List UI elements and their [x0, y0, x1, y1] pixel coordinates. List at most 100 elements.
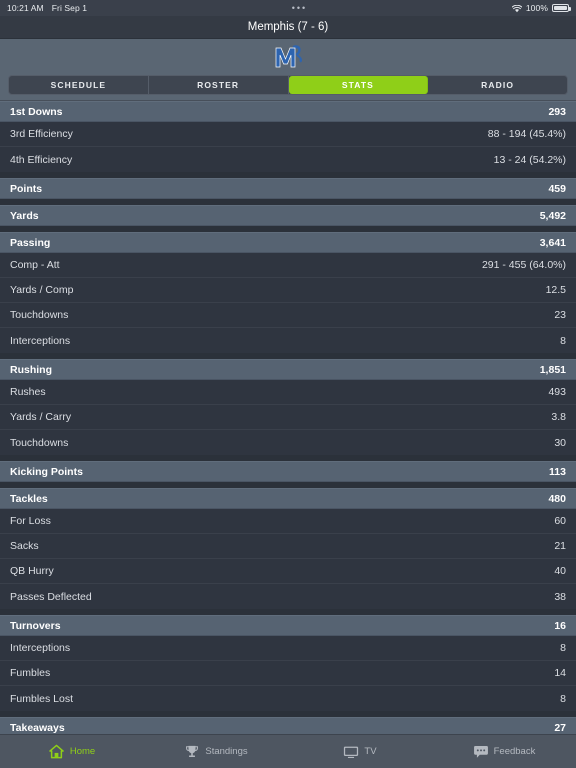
stats-section: Yards 5,492 [0, 205, 576, 226]
stats-section-label: Passing [10, 236, 51, 249]
stats-section-header[interactable]: Yards 5,492 [0, 205, 576, 226]
stats-row[interactable]: Passes Deflected 38 [0, 584, 576, 609]
stats-section-label: Yards [10, 209, 39, 222]
stats-row[interactable]: Sacks 21 [0, 534, 576, 559]
stats-section-value: 27 [554, 721, 566, 734]
stats-section: Tackles 480 For Loss 60 Sacks 21 QB Hurry 40 Pas… [0, 488, 576, 609]
stats-row[interactable]: Rushes 493 [0, 380, 576, 405]
stats-row-label: Sacks [10, 540, 39, 552]
stats-row-value: 13 - 24 (54.2%) [493, 153, 566, 166]
tab-feedback[interactable]: Feedback [432, 744, 576, 760]
stats-row-label: Fumbles Lost [10, 692, 74, 705]
stats-row-value: 8 [560, 334, 566, 347]
stats-row[interactable]: Fumbles 14 [0, 661, 576, 686]
stats-section-value: 480 [548, 492, 566, 505]
tab-home-label: Home [69, 746, 96, 757]
stats-row-label: Rushes [10, 386, 46, 398]
stats-row-label: QB Hurry [10, 565, 54, 577]
stats-row-label: Passes Deflected [10, 590, 92, 603]
stats-section: Kicking Points 113 [0, 461, 576, 482]
tab-standings[interactable]: Standings [144, 744, 288, 760]
feedback-bubble-icon [473, 744, 489, 760]
stats-section-label: Tackles [10, 492, 48, 505]
stats-row[interactable]: Interceptions 8 [0, 636, 576, 661]
stats-row-value: 291 - 455 (64.0%) [481, 259, 566, 271]
stats-section-value: 459 [548, 182, 566, 195]
tab-home[interactable]: Home [0, 744, 144, 760]
tab-radio[interactable]: RADIO [428, 76, 567, 94]
title-bar: Memphis (7 - 6) [0, 16, 576, 39]
tab-roster[interactable]: ROSTER [149, 76, 289, 94]
stats-section-header[interactable]: Tackles 480 [0, 488, 576, 509]
stats-row-value: 8 [560, 692, 566, 705]
stats-row-value: 3.8 [551, 411, 566, 423]
stats-section-label: Kicking Points [10, 465, 83, 478]
stats-row-label: Interceptions [10, 642, 71, 654]
stats-row[interactable]: QB Hurry 40 [0, 559, 576, 584]
stats-row-value: 493 [548, 386, 566, 398]
stats-section-header[interactable]: 1st Downs 293 [0, 101, 576, 122]
tab-tv[interactable]: TV [288, 744, 432, 760]
stats-section-label: Takeaways [10, 721, 65, 734]
stats-row-value: 12.5 [545, 284, 566, 296]
stats-row-label: Fumbles [10, 667, 51, 679]
tv-icon [343, 744, 359, 760]
stats-section-header[interactable]: Points 459 [0, 178, 576, 199]
status-date: Fri Sep 1 [51, 3, 88, 13]
stats-row[interactable]: 4th Efficiency 13 - 24 (54.2%) [0, 147, 576, 172]
stats-section-value: 113 [549, 465, 566, 478]
stats-row[interactable]: 3rd Efficiency 88 - 194 (45.4%) [0, 122, 576, 147]
stats-row-value: 38 [554, 590, 566, 603]
status-bar: 10:21 AM Fri Sep 1 ••• 100% [0, 0, 576, 16]
trophy-icon [184, 744, 200, 760]
team-header: SCHEDULE ROSTER STATS RADIO [0, 39, 576, 101]
tab-schedule[interactable]: SCHEDULE [9, 76, 149, 94]
stats-row-label: For Loss [10, 515, 51, 527]
stats-row-label: Touchdowns [10, 436, 69, 449]
stats-section-label: Points [10, 182, 43, 195]
stats-row-value: 8 [560, 642, 566, 654]
stats-row[interactable]: Fumbles Lost 8 [0, 686, 576, 711]
stats-row-value: 40 [554, 565, 566, 577]
tab-stats[interactable]: STATS [288, 76, 429, 94]
stats-section: Passing 3,641 Comp - Att 291 - 455 (64.0%) Y… [0, 232, 576, 353]
stats-list[interactable]: 1st Downs 293 3rd Efficiency 88 - 194 (45.4… [0, 101, 576, 734]
stats-row-label: Interceptions [10, 334, 71, 347]
battery-percent: 100% [525, 3, 548, 13]
home-icon [49, 744, 65, 760]
stats-row[interactable]: Yards / Carry 3.8 [0, 405, 576, 430]
tab-standings-label: Standings [205, 746, 248, 757]
stats-section-header[interactable]: Passing 3,641 [0, 232, 576, 253]
status-time: 10:21 AM [7, 3, 44, 13]
stats-row[interactable]: For Loss 60 [0, 509, 576, 534]
stats-section-header[interactable]: Kicking Points 113 [0, 461, 576, 482]
stats-section-value: 293 [548, 105, 566, 118]
memphis-tigers-logo [271, 42, 305, 72]
stats-section: Rushing 1,851 Rushes 493 Yards / Carry 3.8 Tou… [0, 359, 576, 455]
stats-row-label: 3rd Efficiency [10, 128, 73, 140]
stats-row-label: Comp - Att [10, 259, 60, 271]
stats-row-value: 88 - 194 (45.4%) [487, 128, 566, 140]
stats-row[interactable]: Touchdowns 30 [0, 430, 576, 455]
status-center-indicator: ••• [291, 3, 308, 13]
page-title: Memphis (7 - 6) [247, 21, 329, 33]
stats-row-value: 21 [554, 540, 566, 552]
stats-section-value: 5,492 [539, 209, 566, 222]
status-bar-left: 10:21 AM Fri Sep 1 [7, 3, 87, 13]
app-root: 10:21 AM Fri Sep 1 ••• 100% Memphis (7 -… [0, 0, 576, 768]
stats-row[interactable]: Touchdowns 23 [0, 303, 576, 328]
stats-section-header[interactable]: Rushing 1,851 [0, 359, 576, 380]
stats-row-value: 60 [554, 515, 566, 527]
stats-row[interactable]: Interceptions 8 [0, 328, 576, 353]
stats-section-label: 1st Downs [10, 105, 63, 118]
stats-section: Points 459 [0, 178, 576, 199]
stats-section-header[interactable]: Turnovers 16 [0, 615, 576, 636]
stats-section: Takeaways 27 [0, 717, 576, 734]
tab-tv-label: TV [364, 746, 377, 757]
view-segmented-control[interactable]: SCHEDULE ROSTER STATS RADIO [8, 75, 568, 95]
stats-section-header[interactable]: Takeaways 27 [0, 717, 576, 734]
stats-section-label: Rushing [10, 363, 52, 376]
stats-row[interactable]: Yards / Comp 12.5 [0, 278, 576, 303]
stats-row[interactable]: Comp - Att 291 - 455 (64.0%) [0, 253, 576, 278]
bottom-tab-bar[interactable]: Home Standings TV Feedback [0, 734, 576, 768]
